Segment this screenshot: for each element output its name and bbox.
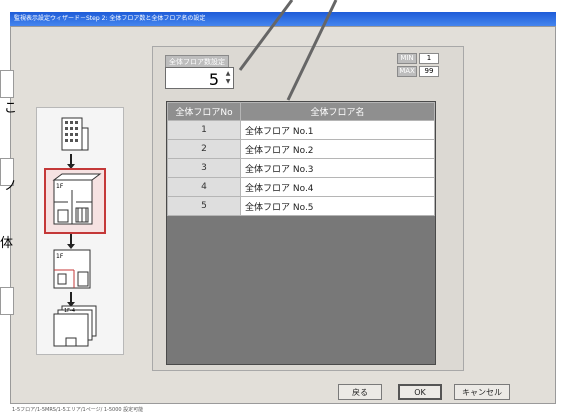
table-row[interactable]: 4 全体フロア No.4 xyxy=(167,177,435,197)
back-button[interactable]: 戻る xyxy=(338,384,382,400)
arrow-down-icon xyxy=(67,154,75,169)
floor-detail-icon: 1F xyxy=(44,246,106,292)
column-header-name: 全体フロア名 xyxy=(240,102,435,121)
spinner-arrows[interactable]: ▲ ▼ xyxy=(224,70,232,86)
floor-name-cell[interactable]: 全体フロア No.2 xyxy=(240,139,435,159)
floor-count-spinner[interactable]: 5 ▲ ▼ xyxy=(165,67,234,89)
window-title-bar: 監視表示設定ウィザード－Step 2: 全体フロア数と全体フロア名の設定 xyxy=(10,12,556,26)
stacked-floors-icon: 1F-4 xyxy=(44,304,106,350)
arrow-down-icon xyxy=(67,234,75,249)
column-header-no: 全体フロアNo xyxy=(167,102,241,121)
table-row[interactable]: 3 全体フロア No.3 xyxy=(167,158,435,178)
floor-name-cell[interactable]: 全体フロア No.1 xyxy=(240,120,435,140)
floor-name-cell[interactable]: 全体フロア No.3 xyxy=(240,158,435,178)
left-edge-box-3 xyxy=(0,287,14,315)
max-label: MAX xyxy=(397,66,417,77)
left-edge-text-1: こ xyxy=(4,101,18,116)
window-title: 監視表示設定ウィザード－Step 2: 全体フロア数と全体フロア名の設定 xyxy=(14,15,206,22)
floor-no-cell: 3 xyxy=(167,158,241,178)
floor-label: 1F-4 xyxy=(64,308,75,314)
left-edge-box-1 xyxy=(0,70,14,98)
building-icon xyxy=(44,114,106,154)
floor-table: 全体フロアNo 全体フロア名 1 全体フロア No.1 2 全体フロア No.2… xyxy=(166,101,436,365)
spin-down-icon[interactable]: ▼ xyxy=(224,78,232,86)
left-edge-text-3: 体 xyxy=(0,236,14,251)
max-value: 99 xyxy=(419,66,439,77)
floor-name-cell[interactable]: 全体フロア No.5 xyxy=(240,196,435,216)
table-row[interactable]: 1 全体フロア No.1 xyxy=(167,120,435,140)
floor-name-cell[interactable]: 全体フロア No.4 xyxy=(240,177,435,197)
table-row[interactable]: 5 全体フロア No.5 xyxy=(167,196,435,216)
wizard-step-icons: 1F 1F 1F-4 xyxy=(36,107,124,355)
arrow-down-icon xyxy=(67,292,75,307)
floor-no-cell: 2 xyxy=(167,139,241,159)
min-label: MIN xyxy=(397,53,417,64)
floor-label: 1F xyxy=(56,183,64,190)
ok-button[interactable]: OK xyxy=(398,384,442,400)
cancel-button[interactable]: キャンセル xyxy=(454,384,510,400)
left-edge-text-2: ノ xyxy=(4,179,18,194)
spin-up-icon[interactable]: ▲ xyxy=(224,70,232,78)
floor-no-cell: 5 xyxy=(167,196,241,216)
floor-no-cell: 4 xyxy=(167,177,241,197)
table-row[interactable]: 2 全体フロア No.2 xyxy=(167,139,435,159)
floor-no-cell: 1 xyxy=(167,120,241,140)
floor-count-value[interactable]: 5 xyxy=(209,70,219,89)
min-value: 1 xyxy=(419,53,439,64)
floor-label: 1F xyxy=(56,253,64,260)
floor-plan-icon-active: 1F xyxy=(44,168,106,234)
